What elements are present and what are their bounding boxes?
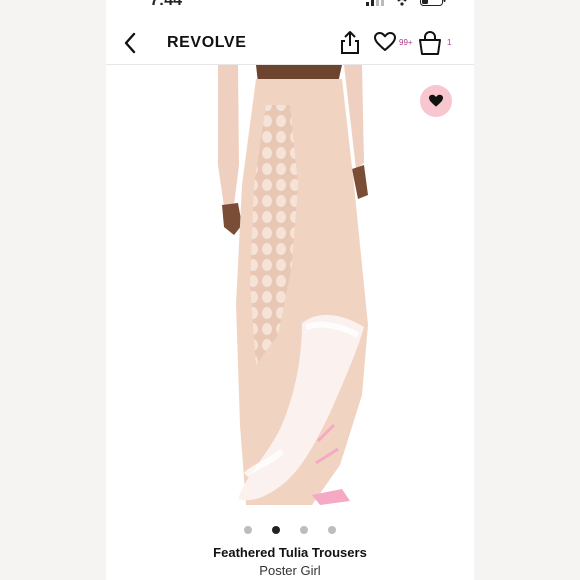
wishlist-count-badge: 99+	[399, 38, 413, 47]
favorite-button[interactable]	[420, 85, 452, 117]
carousel-dot[interactable]	[328, 526, 336, 534]
app-header: REVOLVE 99+ 1	[106, 24, 474, 65]
back-arrow-icon[interactable]	[120, 30, 142, 56]
battery-icon	[420, 0, 446, 6]
bag-icon[interactable]	[418, 30, 442, 56]
product-photo	[106, 65, 474, 517]
carousel-dot-active[interactable]	[272, 526, 280, 534]
bag-count-badge: 1	[447, 38, 452, 47]
right-margin	[474, 0, 580, 580]
carousel-dot[interactable]	[300, 526, 308, 534]
wifi-icon	[397, 0, 407, 6]
phone-screen: 7:44 REVOLVE 99+ 1 Feathered Tulia Trous…	[106, 0, 474, 580]
status-icons	[366, 0, 446, 6]
carousel-dot[interactable]	[244, 526, 252, 534]
carousel-dots	[106, 526, 474, 534]
product-name: Feathered Tulia Trousers	[213, 545, 367, 560]
share-icon[interactable]	[339, 30, 361, 56]
status-time: 7:44	[150, 0, 183, 9]
product-image[interactable]	[106, 65, 474, 517]
product-brand[interactable]: Poster Girl	[106, 563, 474, 578]
left-margin	[0, 0, 106, 580]
model-arm	[218, 65, 239, 207]
status-bar: 7:44	[106, 0, 474, 12]
signal-icon	[366, 0, 384, 6]
heart-filled-icon	[429, 94, 443, 107]
heart-icon[interactable]	[374, 32, 396, 52]
brand-logo[interactable]: REVOLVE	[167, 34, 246, 52]
